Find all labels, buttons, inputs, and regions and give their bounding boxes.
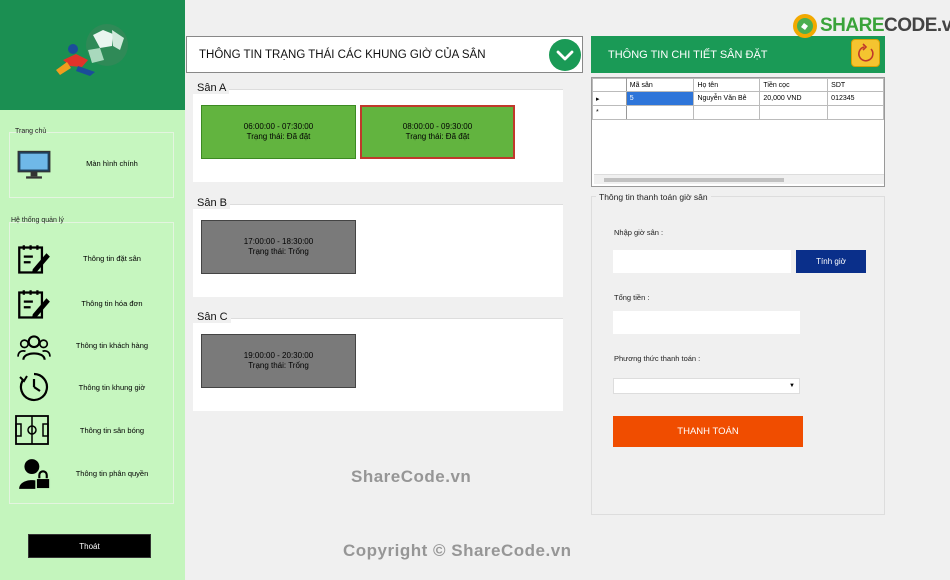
sharecode-logo-icon [793, 14, 817, 38]
sidebar-item-home-label: Màn hình chính [86, 158, 138, 168]
sidebar-item-fields[interactable]: Thông tin sân bóng [9, 410, 174, 450]
table-cell[interactable] [759, 105, 829, 120]
slot-time: 19:00:00 - 20:30:00 [243, 351, 314, 360]
footer-watermark: Copyright © ShareCode.vn [343, 541, 572, 560]
status-panel-header: THÔNG TIN TRẠNG THÁI CÁC KHUNG GIỜ CỦA S… [186, 36, 583, 73]
monitor-icon [17, 150, 51, 179]
time-slot[interactable]: 17:00:00 - 18:30:00 Trạng thái: Trống [201, 220, 356, 274]
exit-button[interactable]: Thoát [28, 534, 151, 558]
table-cell[interactable]: Nguyễn Văn Bê [693, 91, 761, 106]
court-panel-a: Sân A 06:00:00 - 07:30:00 Trạng thái: Đã… [192, 82, 563, 182]
horizontal-scrollbar[interactable] [594, 174, 884, 184]
sidebar-item-customers[interactable]: Thông tin khách hàng [9, 325, 174, 365]
slot-time: 08:00:00 - 09:30:00 [402, 122, 473, 131]
payment-title: Thông tin thanh toán giờ sân [596, 192, 711, 202]
soccer-field-icon [15, 415, 49, 445]
current-row-indicator-icon: ▸ [592, 91, 627, 106]
sidebar-item-timeslots-label: Thông tin khung giờ [78, 382, 146, 392]
new-row[interactable]: * [592, 105, 884, 120]
court-panel-c: Sân C 19:00:00 - 20:30:00 Trạng thái: Tr… [192, 311, 563, 411]
slot-status: Trạng thái: Trống [248, 247, 309, 256]
column-header[interactable]: Họ tên [693, 78, 761, 92]
management-group-title: Hệ thống quản lý [11, 217, 64, 224]
booking-detail-grid[interactable]: Mã sân Họ tên Tiền cọc SDT ▸ 5 Nguyễn Vă… [591, 77, 885, 187]
expand-button[interactable] [549, 39, 581, 71]
scrollbar-thumb[interactable] [604, 178, 784, 182]
brand-share: SHARE [820, 15, 885, 36]
column-header[interactable]: Mã sân [625, 78, 695, 92]
method-label: Phương thức thanh toán : [614, 354, 701, 363]
pay-button[interactable]: THANH TOÁN [613, 416, 803, 447]
detail-panel-title: THÔNG TIN CHI TIẾT SÂN ĐẶT [608, 49, 768, 61]
app-logo [0, 0, 185, 110]
sidebar-item-invoice[interactable]: Thông tin hóa đơn [9, 283, 174, 323]
hours-input[interactable] [613, 250, 791, 273]
soccer-player-logo-icon [56, 24, 128, 76]
table-row[interactable]: ▸ 5 Nguyễn Văn Bê 20,000 VND 012345 [592, 91, 884, 106]
new-row-indicator-icon: * [592, 105, 627, 120]
court-name: Sân B [192, 197, 230, 209]
time-slot[interactable]: 08:00:00 - 09:30:00 Trạng thái: Đã đặt [360, 105, 515, 159]
slot-status: Trạng thái: Đã đặt [405, 132, 470, 141]
home-group-title: Trang chủ [15, 128, 47, 135]
row-header-corner [592, 78, 627, 92]
center-watermark: ShareCode.vn [351, 467, 472, 486]
clock-icon [19, 372, 49, 402]
sidebar-item-booking-label: Thông tin đặt sân [83, 253, 141, 263]
table-cell[interactable]: 5 [625, 91, 695, 106]
refresh-button[interactable] [851, 39, 880, 67]
court-panel-b: Sân B 17:00:00 - 18:30:00 Trạng thái: Tr… [192, 197, 563, 297]
edit-document-icon [18, 290, 50, 319]
hours-label: Nhập giờ sân : [614, 228, 664, 237]
sharecode-brand: SHARECODE.vn [792, 10, 950, 42]
sidebar-item-booking[interactable]: Thông tin đặt sân [9, 238, 174, 278]
refresh-icon [858, 43, 874, 62]
table-cell[interactable] [827, 105, 884, 120]
sidebar-item-customers-label: Thông tin khách hàng [75, 340, 149, 350]
calculate-hours-button[interactable]: Tính giờ [796, 250, 866, 273]
user-lock-icon [19, 459, 51, 490]
grid-header-row: Mã sân Họ tên Tiền cọc SDT [592, 78, 884, 92]
total-input[interactable] [613, 311, 800, 334]
sidebar: Trang chủ Màn hình chính Hệ thống quản l… [0, 0, 185, 580]
time-slot[interactable]: 19:00:00 - 20:30:00 Trạng thái: Trống [201, 334, 356, 388]
users-icon [17, 335, 51, 361]
court-name: Sân C [192, 311, 231, 323]
table-cell[interactable]: 012345 [827, 91, 884, 106]
payment-method-select[interactable]: ▼ [613, 378, 800, 394]
dropdown-arrow-icon: ▼ [789, 383, 795, 389]
column-header[interactable]: SDT [827, 78, 884, 92]
sidebar-item-fields-label: Thông tin sân bóng [79, 425, 145, 435]
table-cell[interactable] [693, 105, 761, 120]
table-cell[interactable]: 20,000 VND [759, 91, 829, 106]
brand-code: CODE.vn [884, 15, 950, 36]
time-slot[interactable]: 06:00:00 - 07:30:00 Trạng thái: Đã đặt [201, 105, 356, 159]
slot-time: 06:00:00 - 07:30:00 [243, 122, 314, 131]
chevron-down-icon [556, 50, 574, 61]
sidebar-item-timeslots[interactable]: Thông tin khung giờ [9, 367, 174, 407]
court-name: Sân A [192, 82, 230, 94]
sidebar-item-permissions-label: Thông tin phân quyền [75, 468, 149, 478]
slot-time: 17:00:00 - 18:30:00 [243, 237, 314, 246]
total-label: Tổng tiền : [614, 293, 650, 302]
table-cell[interactable] [625, 105, 695, 120]
edit-document-icon [18, 245, 50, 274]
status-panel-title: THÔNG TIN TRẠNG THÁI CÁC KHUNG GIỜ CỦA S… [199, 49, 486, 61]
slot-status: Trạng thái: Đã đặt [246, 132, 311, 141]
sidebar-item-invoice-label: Thông tin hóa đơn [81, 298, 143, 308]
column-header[interactable]: Tiền cọc [759, 78, 829, 92]
sidebar-item-home[interactable]: Màn hình chính [9, 143, 174, 183]
sidebar-item-permissions[interactable]: Thông tin phân quyền [9, 453, 174, 493]
slot-status: Trạng thái: Trống [248, 361, 309, 370]
